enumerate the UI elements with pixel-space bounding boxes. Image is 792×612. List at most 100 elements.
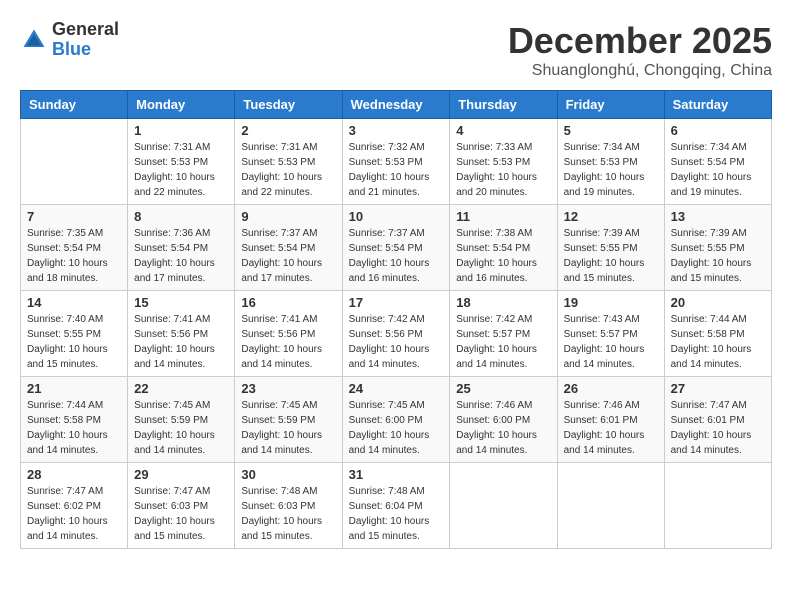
sunset-text: Sunset: 5:54 PM [456, 243, 530, 254]
daylight-text: Daylight: 10 hours and 14 minutes. [456, 344, 537, 370]
calendar-cell: 30 Sunrise: 7:48 AM Sunset: 6:03 PM Dayl… [235, 463, 342, 549]
sunrise-text: Sunrise: 7:45 AM [349, 400, 425, 411]
sunset-text: Sunset: 5:53 PM [564, 157, 638, 168]
daylight-text: Daylight: 10 hours and 15 minutes. [564, 258, 645, 284]
day-number: 16 [241, 295, 335, 310]
day-number: 29 [134, 467, 228, 482]
day-number: 21 [27, 381, 121, 396]
calendar-cell: 3 Sunrise: 7:32 AM Sunset: 5:53 PM Dayli… [342, 119, 450, 205]
sunset-text: Sunset: 6:04 PM [349, 501, 423, 512]
daylight-text: Daylight: 10 hours and 14 minutes. [134, 430, 215, 456]
weekday-header-row: SundayMondayTuesdayWednesdayThursdayFrid… [21, 91, 772, 119]
day-number: 30 [241, 467, 335, 482]
day-number: 8 [134, 209, 228, 224]
sunrise-text: Sunrise: 7:37 AM [241, 228, 317, 239]
daylight-text: Daylight: 10 hours and 20 minutes. [456, 172, 537, 198]
sunrise-text: Sunrise: 7:44 AM [671, 314, 747, 325]
daylight-text: Daylight: 10 hours and 14 minutes. [671, 344, 752, 370]
logo: General Blue [20, 20, 119, 60]
daylight-text: Daylight: 10 hours and 15 minutes. [134, 516, 215, 542]
sunrise-text: Sunrise: 7:35 AM [27, 228, 103, 239]
day-number: 7 [27, 209, 121, 224]
day-number: 18 [456, 295, 550, 310]
day-info: Sunrise: 7:44 AM Sunset: 5:58 PM Dayligh… [27, 398, 121, 458]
sunset-text: Sunset: 5:54 PM [671, 157, 745, 168]
daylight-text: Daylight: 10 hours and 17 minutes. [241, 258, 322, 284]
day-number: 25 [456, 381, 550, 396]
daylight-text: Daylight: 10 hours and 16 minutes. [456, 258, 537, 284]
day-info: Sunrise: 7:37 AM Sunset: 5:54 PM Dayligh… [241, 226, 335, 286]
daylight-text: Daylight: 10 hours and 15 minutes. [27, 344, 108, 370]
day-number: 20 [671, 295, 765, 310]
calendar-cell: 11 Sunrise: 7:38 AM Sunset: 5:54 PM Dayl… [450, 205, 557, 291]
sunrise-text: Sunrise: 7:34 AM [671, 142, 747, 153]
sunset-text: Sunset: 6:03 PM [241, 501, 315, 512]
daylight-text: Daylight: 10 hours and 15 minutes. [349, 516, 430, 542]
day-number: 6 [671, 123, 765, 138]
location-title: Shuanglonghú, Chongqing, China [508, 62, 772, 80]
sunset-text: Sunset: 6:01 PM [564, 415, 638, 426]
day-info: Sunrise: 7:45 AM Sunset: 6:00 PM Dayligh… [349, 398, 444, 458]
sunset-text: Sunset: 5:59 PM [134, 415, 208, 426]
day-info: Sunrise: 7:36 AM Sunset: 5:54 PM Dayligh… [134, 226, 228, 286]
sunset-text: Sunset: 5:57 PM [456, 329, 530, 340]
sunrise-text: Sunrise: 7:31 AM [134, 142, 210, 153]
logo-blue-text: Blue [52, 40, 119, 60]
weekday-header-saturday: Saturday [664, 91, 771, 119]
day-info: Sunrise: 7:48 AM Sunset: 6:04 PM Dayligh… [349, 484, 444, 544]
daylight-text: Daylight: 10 hours and 14 minutes. [564, 344, 645, 370]
day-number: 9 [241, 209, 335, 224]
sunset-text: Sunset: 6:00 PM [456, 415, 530, 426]
calendar-cell: 19 Sunrise: 7:43 AM Sunset: 5:57 PM Dayl… [557, 291, 664, 377]
sunrise-text: Sunrise: 7:47 AM [671, 400, 747, 411]
day-info: Sunrise: 7:38 AM Sunset: 5:54 PM Dayligh… [456, 226, 550, 286]
day-info: Sunrise: 7:45 AM Sunset: 5:59 PM Dayligh… [241, 398, 335, 458]
daylight-text: Daylight: 10 hours and 17 minutes. [134, 258, 215, 284]
day-info: Sunrise: 7:31 AM Sunset: 5:53 PM Dayligh… [241, 140, 335, 200]
calendar-cell: 22 Sunrise: 7:45 AM Sunset: 5:59 PM Dayl… [128, 377, 235, 463]
day-info: Sunrise: 7:34 AM Sunset: 5:53 PM Dayligh… [564, 140, 658, 200]
day-number: 2 [241, 123, 335, 138]
logo-text: General Blue [52, 20, 119, 60]
calendar-cell: 15 Sunrise: 7:41 AM Sunset: 5:56 PM Dayl… [128, 291, 235, 377]
calendar-cell: 20 Sunrise: 7:44 AM Sunset: 5:58 PM Dayl… [664, 291, 771, 377]
sunrise-text: Sunrise: 7:43 AM [564, 314, 640, 325]
sunrise-text: Sunrise: 7:47 AM [27, 486, 103, 497]
day-info: Sunrise: 7:43 AM Sunset: 5:57 PM Dayligh… [564, 312, 658, 372]
week-row-2: 14 Sunrise: 7:40 AM Sunset: 5:55 PM Dayl… [21, 291, 772, 377]
calendar: SundayMondayTuesdayWednesdayThursdayFrid… [20, 90, 772, 549]
sunrise-text: Sunrise: 7:42 AM [349, 314, 425, 325]
day-info: Sunrise: 7:41 AM Sunset: 5:56 PM Dayligh… [134, 312, 228, 372]
sunrise-text: Sunrise: 7:46 AM [456, 400, 532, 411]
sunset-text: Sunset: 5:55 PM [564, 243, 638, 254]
day-number: 3 [349, 123, 444, 138]
calendar-cell: 29 Sunrise: 7:47 AM Sunset: 6:03 PM Dayl… [128, 463, 235, 549]
sunrise-text: Sunrise: 7:44 AM [27, 400, 103, 411]
daylight-text: Daylight: 10 hours and 14 minutes. [564, 430, 645, 456]
daylight-text: Daylight: 10 hours and 21 minutes. [349, 172, 430, 198]
sunset-text: Sunset: 5:54 PM [349, 243, 423, 254]
header: General Blue December 2025 Shuanglonghú,… [20, 20, 772, 80]
daylight-text: Daylight: 10 hours and 18 minutes. [27, 258, 108, 284]
calendar-cell: 12 Sunrise: 7:39 AM Sunset: 5:55 PM Dayl… [557, 205, 664, 291]
daylight-text: Daylight: 10 hours and 15 minutes. [241, 516, 322, 542]
sunset-text: Sunset: 5:55 PM [671, 243, 745, 254]
day-info: Sunrise: 7:31 AM Sunset: 5:53 PM Dayligh… [134, 140, 228, 200]
calendar-cell [664, 463, 771, 549]
daylight-text: Daylight: 10 hours and 14 minutes. [134, 344, 215, 370]
calendar-cell: 14 Sunrise: 7:40 AM Sunset: 5:55 PM Dayl… [21, 291, 128, 377]
day-info: Sunrise: 7:48 AM Sunset: 6:03 PM Dayligh… [241, 484, 335, 544]
sunset-text: Sunset: 5:54 PM [27, 243, 101, 254]
sunrise-text: Sunrise: 7:48 AM [349, 486, 425, 497]
day-number: 15 [134, 295, 228, 310]
daylight-text: Daylight: 10 hours and 14 minutes. [241, 430, 322, 456]
calendar-cell: 25 Sunrise: 7:46 AM Sunset: 6:00 PM Dayl… [450, 377, 557, 463]
sunset-text: Sunset: 5:54 PM [134, 243, 208, 254]
day-number: 17 [349, 295, 444, 310]
sunrise-text: Sunrise: 7:33 AM [456, 142, 532, 153]
daylight-text: Daylight: 10 hours and 19 minutes. [564, 172, 645, 198]
sunrise-text: Sunrise: 7:37 AM [349, 228, 425, 239]
day-info: Sunrise: 7:47 AM Sunset: 6:03 PM Dayligh… [134, 484, 228, 544]
calendar-cell: 8 Sunrise: 7:36 AM Sunset: 5:54 PM Dayli… [128, 205, 235, 291]
daylight-text: Daylight: 10 hours and 14 minutes. [241, 344, 322, 370]
